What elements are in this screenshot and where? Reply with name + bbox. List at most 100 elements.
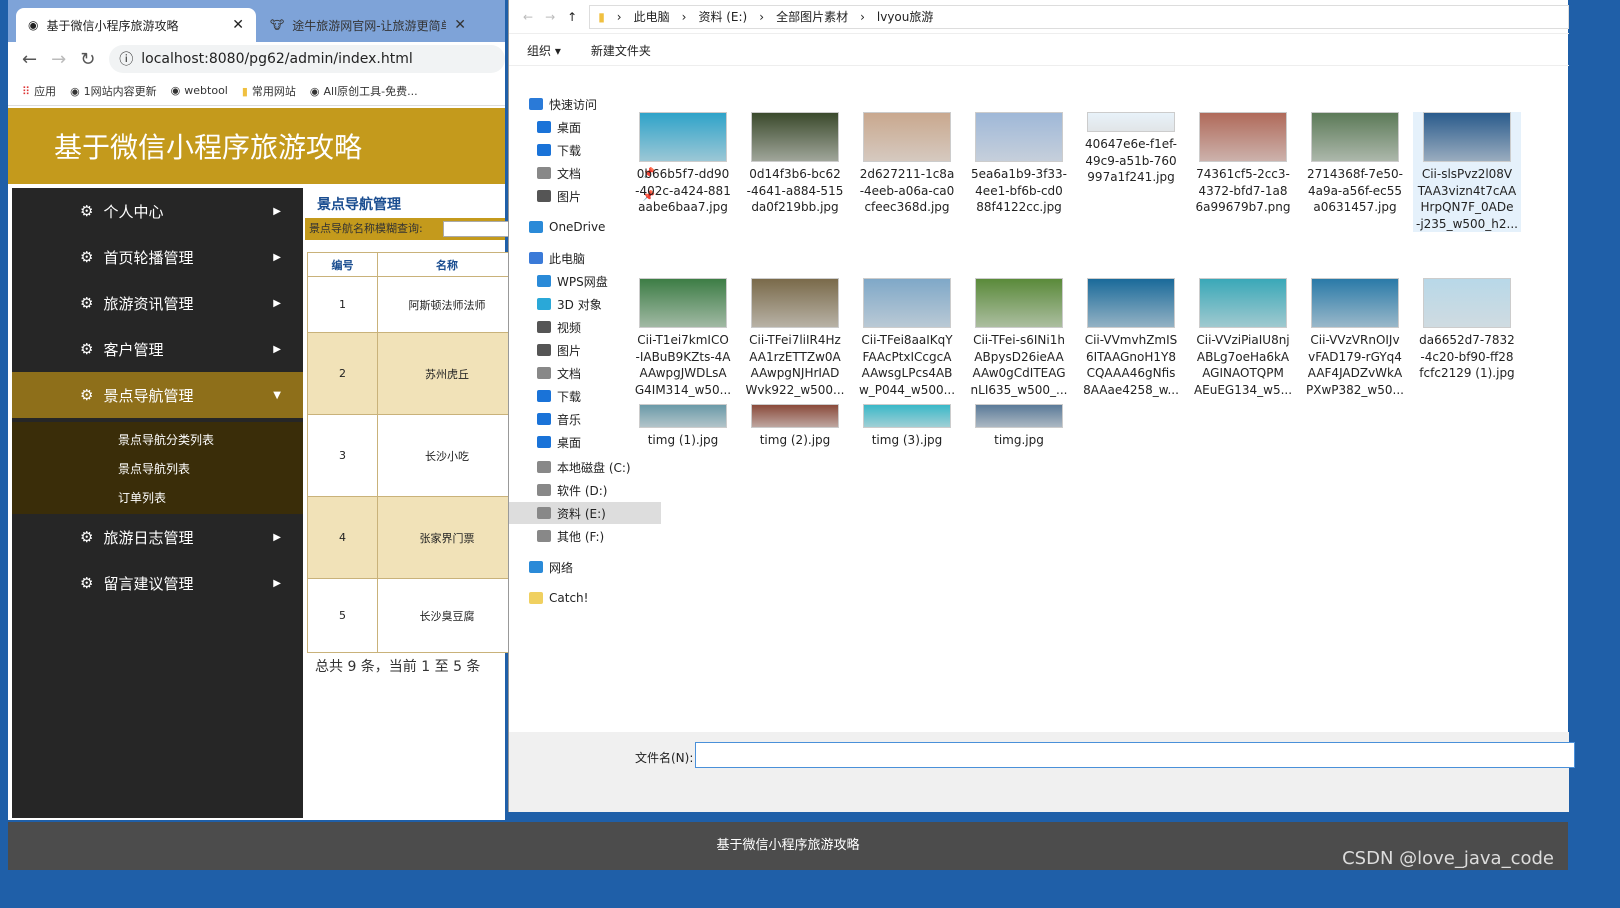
folder-icon xyxy=(537,367,551,379)
folder-icon xyxy=(529,561,543,573)
file-name: PXwP382_w50... xyxy=(1306,382,1404,397)
close-tab-icon[interactable]: ✕ xyxy=(454,17,466,33)
submenu: 景点导航分类列表 景点导航列表 订单列表 xyxy=(12,422,303,514)
new-folder-button[interactable]: 新建文件夹 xyxy=(591,42,651,59)
file-item[interactable]: Cii-TFei7liIR4Hz AA1rzETTZw0A AAwpgNJHrIAD… xyxy=(741,278,849,398)
file-item[interactable]: 0d14f3b6-bc62 -4641-a884-515 da0f219bb.jpg xyxy=(741,112,849,216)
nav-item[interactable]: 其他 (F:) xyxy=(509,525,661,547)
image-thumbnail xyxy=(639,112,727,162)
file-item[interactable]: 5ea6a1b9-3f33- 4ee1-bf6b-cd0 88f4122cc.jpg xyxy=(965,112,1073,216)
up-icon[interactable]: ↑ xyxy=(567,10,577,24)
file-item[interactable]: 0b66b5f7-dd90 -402c-a424-881 aabe6baa7.jpg xyxy=(629,112,737,216)
file-name: FAAcPtxICcgcA xyxy=(862,349,952,364)
nav-item[interactable]: OneDrive xyxy=(509,216,661,238)
folder-icon: ▮ xyxy=(241,84,248,98)
column-header-id: 编号 xyxy=(307,252,378,277)
image-thumbnail xyxy=(863,278,951,328)
bookmarks-bar: ⠿ 应用 ◉ 1网站内容更新 ◉ webtool ▮ 常用网站 ◉ All原创工具-免费.… xyxy=(8,76,505,106)
back-icon[interactable]: ← xyxy=(523,10,533,24)
gear-icon: ⚙ xyxy=(80,340,94,358)
file-name: timg (3).jpg xyxy=(871,433,943,447)
nav-item[interactable]: 本地磁盘 (C:) xyxy=(509,456,661,478)
tab-active[interactable]: ◉ 基于微信小程序旅游攻略 ✕ xyxy=(16,8,256,42)
file-name: w_P044_w500... xyxy=(858,382,956,397)
table-row: 1 阿斯顿法师法师 xyxy=(307,276,517,333)
url-input[interactable]: ⓘ localhost:8080/pg62/admin/index.html xyxy=(109,45,505,73)
chevron-right-icon: ▶ xyxy=(273,577,281,589)
chevron-right-icon: ▶ xyxy=(273,251,281,263)
sidebar-item-logs[interactable]: ⚙ 旅游日志管理 ▶ xyxy=(12,514,303,560)
file-name: 88f4122cc.jpg xyxy=(976,200,1062,214)
folder-icon xyxy=(537,167,551,179)
file-item[interactable]: 74361cf5-2cc3- 4372-bfd7-1a8 6a99679b7.png xyxy=(1189,112,1297,216)
main-content: 景点导航管理 景点导航名称模糊查询: 编号 名称 1 阿斯顿法师法师 2 苏州虎丘 3… xyxy=(305,188,517,818)
nav-item[interactable]: 此电脑 xyxy=(509,247,661,269)
back-icon[interactable]: ← xyxy=(22,49,37,70)
nav-item[interactable]: 软件 (D:) xyxy=(509,479,661,501)
chevron-right-icon: ▶ xyxy=(273,297,281,309)
file-item[interactable]: 2d627211-1c8a -4eeb-a06a-ca0 cfeec368d.jpg xyxy=(853,112,961,216)
file-item[interactable]: Cii-slsPvz2l08V TAA3vizn4t7cAA HrpQN7F_0AD… xyxy=(1413,112,1521,232)
file-item[interactable]: timg (1).jpg xyxy=(629,404,737,449)
chevron-down-icon: ▼ xyxy=(273,389,281,401)
sidebar-item-feedback[interactable]: ⚙ 留言建议管理 ▶ xyxy=(12,560,303,606)
sidebar: ⚙ 个人中心 ▶ ⚙ 首页轮播管理 ▶ ⚙ 旅游资讯管理 ▶ ⚙ 客户管理 ▶ ⚙ 景点导航管理 ▼… xyxy=(12,188,303,818)
file-name: -j235_w500_h2... xyxy=(1416,216,1518,231)
sidebar-item-profile[interactable]: ⚙ 个人中心 ▶ xyxy=(12,188,303,234)
organize-button[interactable]: 组织 ▾ xyxy=(527,42,561,59)
filename-input[interactable] xyxy=(695,742,1575,768)
gear-icon: ⚙ xyxy=(80,294,94,312)
bookmark-folder[interactable]: ▮ 常用网站 xyxy=(242,83,296,99)
file-item[interactable]: Cii-TFei8aaIKqY FAAcPtxICcgcA AAwsgLPcs4AB… xyxy=(853,278,961,398)
tab-tuniu[interactable]: 🐮 途牛旅游网官网-让旅游更简单 ✕ xyxy=(258,8,478,42)
submenu-item-list[interactable]: 景点导航列表 xyxy=(12,455,303,484)
file-item[interactable]: 40647e6e-f1ef- 49c9-a51b-760 997a1f241.jpg xyxy=(1077,112,1185,186)
file-name: 2d627211-1c8a xyxy=(859,167,955,181)
file-item[interactable]: timg (2).jpg xyxy=(741,404,849,449)
file-name: AAwsgLPcs4AB xyxy=(861,366,953,380)
folder-icon xyxy=(537,390,551,402)
file-name: -402c-a424-881 xyxy=(635,183,731,198)
sidebar-item-attractions[interactable]: ⚙ 景点导航管理 ▼ xyxy=(12,372,303,418)
file-name: Cii-TFei-s6INi1h xyxy=(973,333,1065,347)
file-item[interactable]: timg.jpg xyxy=(965,404,1073,449)
bookmark-1[interactable]: ◉ 1网站内容更新 xyxy=(70,83,157,99)
file-item[interactable]: 2714368f-7e50- 4a9a-a56f-ec55 a0631457.jpg xyxy=(1301,112,1409,216)
bookmark-tools[interactable]: ◉ All原创工具-免费... xyxy=(310,83,418,99)
sidebar-item-customers[interactable]: ⚙ 客户管理 ▶ xyxy=(12,326,303,372)
close-tab-icon[interactable]: ✕ xyxy=(232,17,244,33)
file-item[interactable]: da6652d7-7832 -4c20-bf90-ff28 fcfc2129 (1)… xyxy=(1413,278,1521,382)
file-item[interactable]: Cii-TFei-s6INi1h ABpysD26ieAA AAw0gCdITEAG… xyxy=(965,278,1073,398)
submenu-item-orders[interactable]: 订单列表 xyxy=(12,484,303,513)
file-item[interactable]: Cii-VVmvhZmIS 6ITAAGnoH1Y8 CQAAA46gNfis 8AA… xyxy=(1077,278,1185,398)
file-name: 6a99679b7.png xyxy=(1195,200,1291,214)
search-input[interactable] xyxy=(443,221,513,237)
file-item[interactable]: timg (3).jpg xyxy=(853,404,961,449)
file-name: Cii-VVzVRnOIJv xyxy=(1310,333,1400,347)
image-thumbnail xyxy=(975,404,1063,428)
bookmark-webtool[interactable]: ◉ webtool xyxy=(171,84,228,97)
forward-icon[interactable]: → xyxy=(545,10,555,24)
file-name: Wvk922_w500... xyxy=(745,382,845,397)
breadcrumb[interactable]: ▮ › 此电脑 › 资料 (E:) › 全部图片素材 › lvyou旅游 xyxy=(589,4,1569,29)
file-item[interactable]: Cii-VVzVRnOIJv vFAD179-rGYq4 AAF4JADZvWkA P… xyxy=(1301,278,1409,398)
submenu-item-categories[interactable]: 景点导航分类列表 xyxy=(12,426,303,455)
browser-window: ◉ 基于微信小程序旅游攻略 ✕ 🐮 途牛旅游网官网-让旅游更简单 ✕ ← → ↻ ⓘ loca… xyxy=(8,0,517,820)
app-footer: 基于微信小程序旅游攻略 xyxy=(8,822,1568,870)
file-item[interactable]: Cii-VVziPiaIU8nj ABLg7oeHa6kA AGINAOTQPM AE… xyxy=(1189,278,1297,398)
dialog-nav-bar: ← → ↑ ▮ › 此电脑 › 资料 (E:) › 全部图片素材 › lvyou旅游 xyxy=(509,0,1569,34)
nav-item[interactable]: 资料 (E:) xyxy=(509,502,661,524)
bookmark-apps[interactable]: ⠿ 应用 xyxy=(22,83,56,99)
reload-icon[interactable]: ↻ xyxy=(80,49,95,70)
folder-icon xyxy=(529,221,543,233)
forward-icon[interactable]: → xyxy=(51,49,66,70)
nav-item[interactable]: Catch! xyxy=(509,587,661,609)
file-item[interactable]: Cii-T1ei7kmICO -IABuB9KZts-4A AAwpgJWDLsA G… xyxy=(629,278,737,398)
nav-item[interactable]: 网络 xyxy=(509,556,661,578)
sidebar-item-news[interactable]: ⚙ 旅游资讯管理 ▶ xyxy=(12,280,303,326)
page-title: 景点导航管理 xyxy=(317,197,401,213)
file-name: 49c9-a51b-760 xyxy=(1085,153,1177,168)
sidebar-item-carousel[interactable]: ⚙ 首页轮播管理 ▶ xyxy=(12,234,303,280)
file-open-dialog: ← → ↑ ▮ › 此电脑 › 资料 (E:) › 全部图片素材 › lvyou旅游 组织 ▾ 新… xyxy=(508,0,1575,812)
gear-icon: ⚙ xyxy=(80,248,94,266)
